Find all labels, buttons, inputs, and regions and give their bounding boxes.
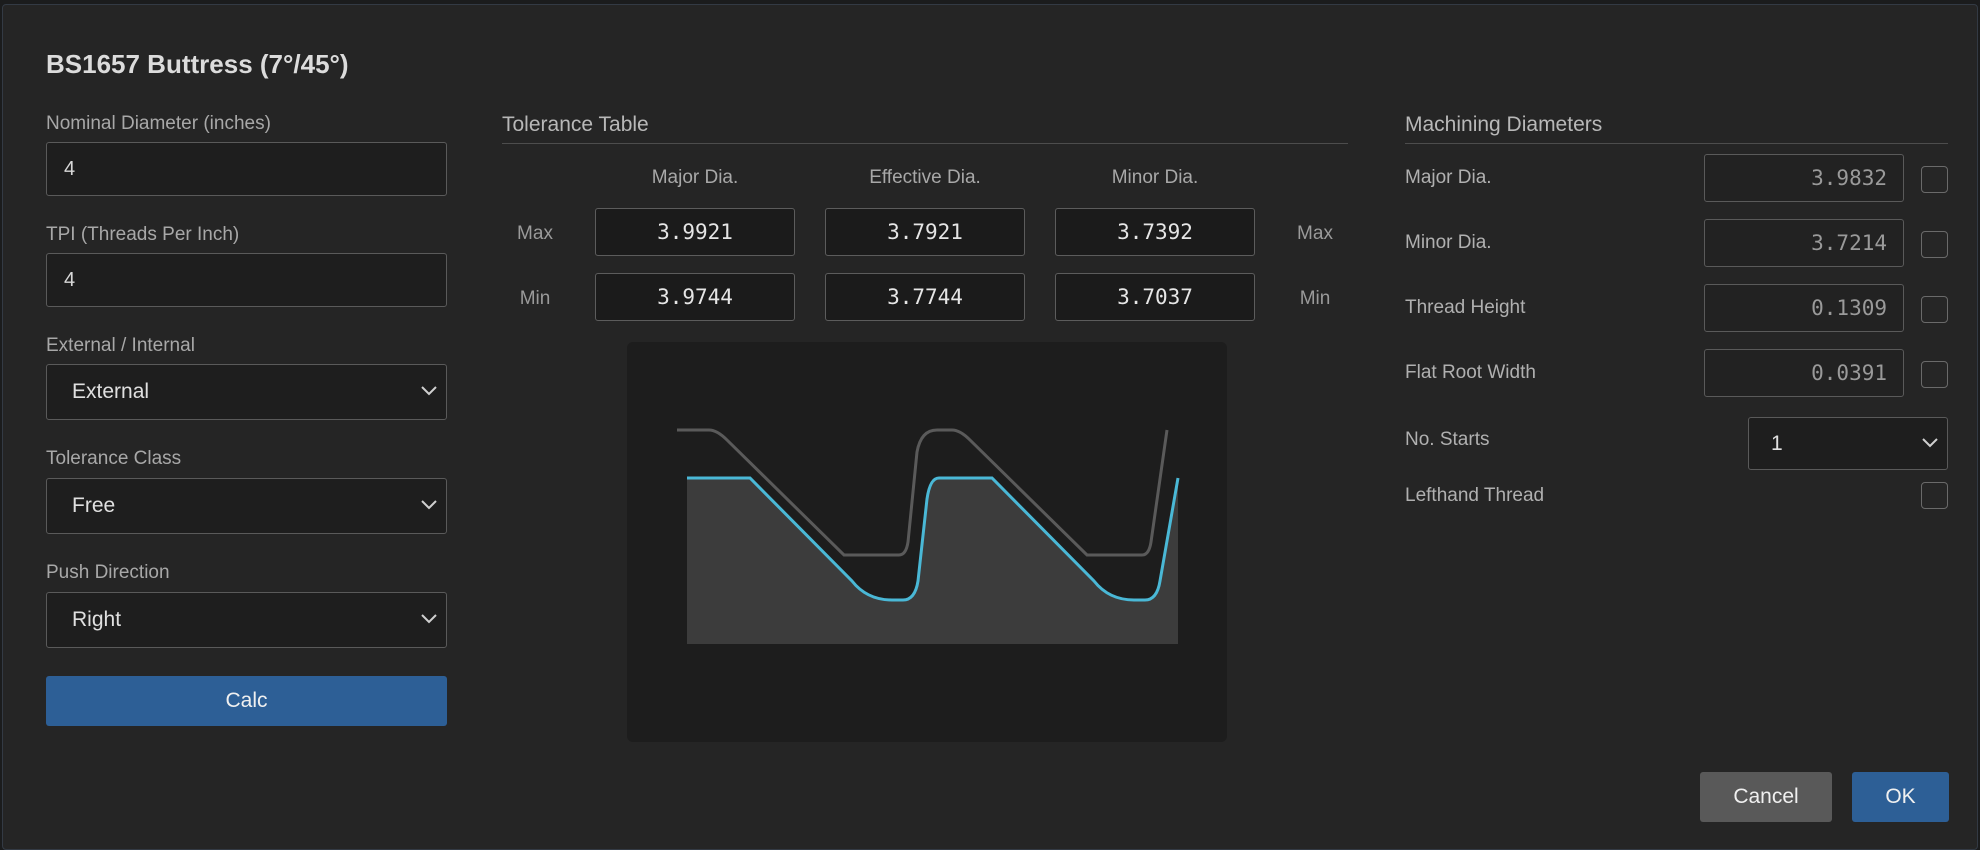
- external-internal-select[interactable]: External: [46, 364, 447, 420]
- chevron-down-icon: [1922, 438, 1938, 448]
- tolerance-table-title: Tolerance Table: [502, 113, 649, 136]
- machining-divider: [1405, 143, 1948, 144]
- row-min-label-right: Min: [1299, 288, 1331, 309]
- machining-major-dia-checkbox[interactable]: [1921, 166, 1948, 193]
- buttress-dialog: BS1657 Buttress (7°/45°) Nominal Diamete…: [2, 4, 1978, 850]
- push-direction-value: Right: [72, 608, 122, 631]
- chevron-down-icon: [421, 614, 437, 624]
- tpi-label: TPI (Threads Per Inch): [46, 224, 240, 245]
- machining-diameters-title: Machining Diameters: [1405, 113, 1603, 136]
- machining-minor-dia-value: 3.7214: [1704, 219, 1904, 267]
- external-internal-value: External: [72, 380, 150, 403]
- no-starts-value: 1: [1771, 432, 1783, 455]
- min-major-dia: 3.9744: [595, 273, 795, 321]
- max-minor-dia: 3.7392: [1055, 208, 1255, 256]
- thread-profile-diagram: [627, 342, 1227, 742]
- machining-major-dia-value: 3.9832: [1704, 154, 1904, 202]
- external-internal-label: External / Internal: [46, 335, 195, 356]
- thread-height-label: Thread Height: [1405, 297, 1526, 318]
- lefthand-thread-label: Lefthand Thread: [1405, 485, 1545, 506]
- flat-root-width-checkbox[interactable]: [1921, 361, 1948, 388]
- cancel-button[interactable]: Cancel: [1700, 772, 1832, 822]
- min-minor-dia: 3.7037: [1055, 273, 1255, 321]
- flat-root-width-value: 0.0391: [1704, 349, 1904, 397]
- nominal-diameter-label: Nominal Diameter (inches): [46, 113, 271, 134]
- flat-root-width-label: Flat Root Width: [1405, 362, 1536, 383]
- chevron-down-icon: [421, 500, 437, 510]
- no-starts-label: No. Starts: [1405, 429, 1490, 450]
- push-direction-select[interactable]: Right: [46, 592, 447, 648]
- max-major-dia: 3.9921: [595, 208, 795, 256]
- min-effective-dia: 3.7744: [825, 273, 1025, 321]
- push-direction-label: Push Direction: [46, 562, 170, 583]
- row-min-label: Min: [519, 288, 551, 309]
- tpi-input[interactable]: 4: [46, 253, 447, 307]
- tolerance-class-label: Tolerance Class: [46, 448, 182, 469]
- ok-button[interactable]: OK: [1852, 772, 1949, 822]
- tolerance-class-value: Free: [72, 494, 116, 517]
- calc-button[interactable]: Calc: [46, 676, 447, 726]
- machining-major-dia-label: Major Dia.: [1405, 167, 1492, 188]
- thread-height-value: 0.1309: [1704, 284, 1904, 332]
- nominal-diameter-input[interactable]: 4: [46, 142, 447, 196]
- row-max-label-right: Max: [1297, 223, 1333, 244]
- col-major-dia: Major Dia.: [651, 167, 739, 188]
- lefthand-thread-checkbox[interactable]: [1921, 482, 1948, 509]
- machining-minor-dia-checkbox[interactable]: [1921, 231, 1948, 258]
- max-effective-dia: 3.7921: [825, 208, 1025, 256]
- col-minor-dia: Minor Dia.: [1111, 167, 1199, 188]
- no-starts-select[interactable]: 1: [1748, 417, 1948, 470]
- col-effective-dia: Effective Dia.: [869, 167, 981, 188]
- tolerance-class-select[interactable]: Free: [46, 478, 447, 534]
- tolerance-table-divider: [502, 143, 1348, 144]
- thread-material-fill: [687, 478, 1178, 644]
- thread-profile-svg: [677, 428, 1180, 644]
- row-max-label: Max: [517, 223, 553, 244]
- chevron-down-icon: [421, 386, 437, 396]
- dialog-title: BS1657 Buttress (7°/45°): [46, 49, 349, 79]
- thread-height-checkbox[interactable]: [1921, 296, 1948, 323]
- machining-minor-dia-label: Minor Dia.: [1405, 232, 1492, 253]
